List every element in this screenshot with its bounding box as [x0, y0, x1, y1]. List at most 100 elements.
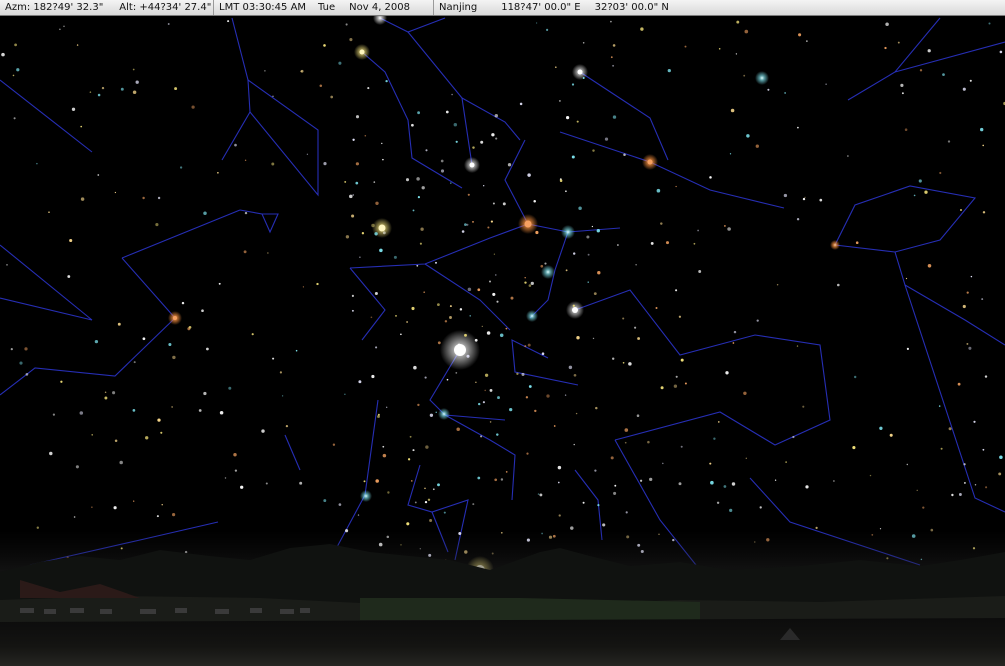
star — [573, 373, 577, 377]
star — [486, 331, 491, 335]
star — [897, 41, 900, 44]
star — [729, 153, 732, 155]
star — [673, 384, 678, 388]
star — [142, 337, 146, 341]
star — [649, 477, 653, 482]
star — [582, 77, 585, 79]
star — [80, 125, 83, 128]
star — [796, 345, 799, 347]
star — [472, 220, 474, 223]
constellation-line — [847, 17, 941, 101]
star — [281, 395, 284, 397]
landscape-horizon — [0, 530, 1005, 666]
star — [982, 211, 986, 214]
star — [484, 373, 489, 377]
star — [613, 491, 617, 495]
star — [519, 102, 523, 106]
star — [413, 365, 417, 370]
star — [234, 469, 238, 472]
star — [382, 453, 387, 458]
star — [918, 179, 922, 183]
star — [521, 372, 525, 376]
star — [610, 56, 613, 59]
star — [420, 227, 424, 231]
constellation-line — [559, 131, 785, 209]
star — [306, 153, 309, 155]
bright-star[interactable] — [561, 225, 575, 239]
star — [73, 516, 76, 518]
star — [89, 91, 92, 93]
planetarium-window[interactable]: Azm: 182?49' 32.3" Alt: +44?34' 27.4" LM… — [0, 0, 1005, 666]
star — [732, 342, 735, 344]
star — [352, 194, 354, 196]
star — [345, 23, 348, 26]
star — [744, 29, 749, 34]
star — [610, 456, 614, 460]
star — [743, 74, 746, 77]
star — [783, 193, 788, 198]
star — [675, 375, 678, 378]
star — [505, 327, 508, 330]
star — [161, 504, 163, 506]
star — [467, 287, 472, 292]
star — [709, 462, 712, 465]
star — [906, 463, 909, 466]
bright-star[interactable] — [526, 310, 538, 322]
star — [374, 291, 378, 296]
star — [244, 159, 247, 162]
star — [358, 380, 362, 384]
star — [251, 333, 254, 336]
star — [533, 199, 536, 203]
star — [496, 300, 499, 303]
constellation-line — [574, 289, 831, 446]
star — [622, 361, 625, 364]
star — [833, 480, 835, 482]
star — [544, 262, 547, 265]
star — [502, 202, 506, 206]
star — [386, 406, 388, 408]
star — [63, 25, 65, 28]
star — [179, 166, 183, 169]
star — [466, 223, 469, 226]
star — [482, 401, 485, 404]
star — [647, 440, 650, 444]
bright-star[interactable] — [360, 490, 372, 502]
bright-star[interactable] — [438, 408, 450, 420]
star — [597, 504, 600, 507]
star — [357, 514, 360, 516]
weekday-readout: Tue — [318, 2, 336, 13]
star — [444, 320, 448, 323]
bright-star[interactable] — [373, 16, 387, 25]
bright-star[interactable] — [830, 240, 840, 250]
star — [412, 449, 415, 452]
star — [610, 20, 612, 23]
star — [755, 144, 759, 148]
star — [406, 522, 410, 526]
star — [234, 143, 237, 147]
star — [639, 479, 643, 482]
star — [466, 354, 470, 358]
bright-star-core — [359, 49, 365, 55]
star — [449, 316, 452, 319]
star — [524, 345, 527, 348]
constellation-line — [0, 79, 93, 153]
star — [805, 485, 809, 489]
star — [730, 108, 735, 113]
star — [1, 52, 5, 57]
star — [371, 374, 375, 379]
star — [370, 316, 373, 319]
star-cluster[interactable] — [755, 71, 769, 85]
star — [323, 499, 327, 503]
star — [133, 361, 136, 364]
star — [546, 394, 550, 398]
bright-star-core — [173, 316, 177, 320]
constellation-line — [444, 414, 516, 501]
star — [59, 28, 61, 31]
star — [947, 140, 951, 143]
star — [963, 463, 966, 466]
star — [624, 428, 629, 432]
bright-star[interactable] — [541, 265, 555, 279]
star — [488, 280, 492, 283]
star — [201, 309, 204, 313]
star — [349, 194, 353, 199]
